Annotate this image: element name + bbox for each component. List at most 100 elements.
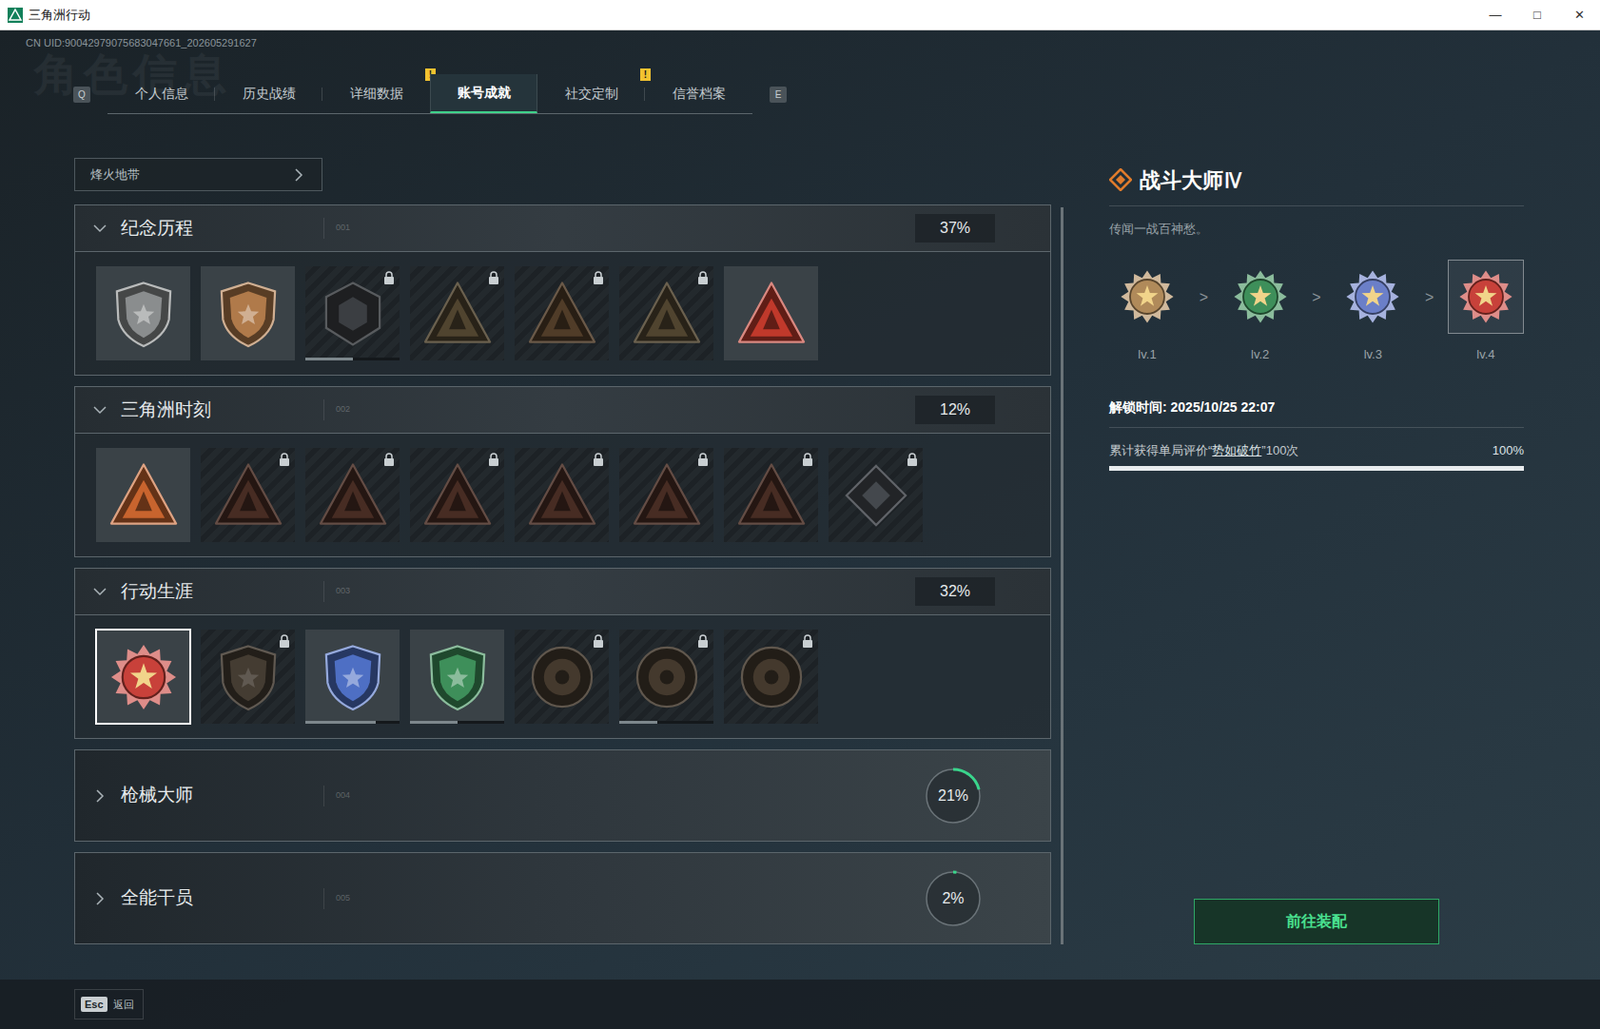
medal-box[interactable]	[1447, 259, 1524, 334]
achievement-tile[interactable]	[409, 628, 506, 725]
progress-fill	[1109, 466, 1524, 471]
achievement-tile[interactable]	[409, 447, 506, 544]
section-header[interactable]: 全能干员0052%	[74, 852, 1052, 945]
mode-dropdown[interactable]: 烽火地带	[74, 157, 323, 192]
achievement-tile[interactable]	[722, 628, 820, 725]
section-divider	[323, 785, 325, 807]
achievement-tile[interactable]	[95, 628, 192, 725]
achievement-tile[interactable]	[513, 265, 610, 362]
requirement-text: 累计获得单局评价“势如破竹”100次	[1109, 441, 1299, 461]
level-item[interactable]: lv.2	[1222, 259, 1299, 365]
achievement-tile[interactable]	[722, 265, 820, 362]
achievement-tile[interactable]	[827, 447, 924, 544]
level-item[interactable]: lv.3	[1334, 259, 1411, 365]
achievement-tile[interactable]	[199, 447, 296, 544]
next-tab-key[interactable]: E	[769, 86, 787, 103]
tile-face	[200, 266, 295, 361]
achievement-tile[interactable]	[95, 265, 192, 362]
tile-face	[305, 629, 400, 724]
achievement-tile[interactable]	[409, 265, 506, 362]
medal-box[interactable]	[1334, 259, 1411, 334]
tab[interactable]: 社交定制!	[537, 74, 645, 114]
tab-list: 个人信息历史战绩详细数据!账号成就社交定制!信誉档案	[107, 74, 753, 115]
achievement-tile[interactable]	[618, 265, 715, 362]
tab[interactable]: 账号成就	[429, 74, 538, 114]
tab[interactable]: 历史战绩	[214, 74, 323, 114]
tile-progress-track	[409, 721, 505, 724]
level-arrow: >	[1311, 286, 1321, 310]
chevron-icon[interactable]	[92, 402, 108, 418]
chevron-icon[interactable]	[92, 891, 108, 907]
tile-progress-fill	[619, 721, 658, 724]
window-control[interactable]: □	[1516, 0, 1559, 30]
section-header[interactable]: 行动生涯00332%	[74, 567, 1052, 616]
emblem-icon	[736, 278, 807, 350]
achievement-tile[interactable]	[304, 628, 401, 725]
tab[interactable]: 详细数据!	[322, 74, 430, 114]
progress-ring: 2%	[922, 868, 984, 930]
medal-box[interactable]	[1222, 259, 1299, 334]
achievement-tile[interactable]	[722, 447, 820, 544]
round-icon	[631, 642, 703, 713]
emblem-icon	[526, 460, 598, 531]
tile-face	[96, 266, 191, 361]
title-bar: 三角洲行动—□✕	[0, 0, 1600, 31]
ring-fill	[926, 872, 980, 926]
level-row: lv.1>lv.2>lv.3>lv.4	[1109, 259, 1524, 365]
section-header[interactable]: 三角洲时刻00212%	[74, 386, 1052, 434]
achievement-tile[interactable]	[304, 265, 401, 362]
medal-box[interactable]	[1109, 259, 1186, 334]
chevron-icon[interactable]	[92, 788, 108, 804]
back-button[interactable]: Esc 返回	[74, 989, 144, 1020]
emblem-icon	[422, 278, 493, 350]
chevron-icon[interactable]	[92, 584, 108, 600]
triangle-icon	[736, 460, 807, 531]
prev-tab-key[interactable]: Q	[73, 86, 91, 103]
achievement-tile[interactable]	[304, 447, 401, 544]
chevron-icon[interactable]	[92, 220, 108, 236]
achievement-tile[interactable]	[618, 628, 715, 725]
emblem-icon	[108, 642, 179, 713]
section-code: 002	[335, 403, 351, 417]
detail-title: 战斗大师Ⅳ	[1139, 164, 1245, 196]
requirement-link[interactable]: 势如破竹	[1211, 443, 1262, 458]
level-item[interactable]: lv.1	[1109, 259, 1186, 365]
section-divider	[323, 217, 325, 239]
section-title: 行动生涯	[120, 578, 194, 606]
achievement-tile[interactable]	[513, 628, 610, 725]
equip-button[interactable]: 前往装配	[1193, 898, 1440, 945]
scrollbar[interactable]	[1060, 207, 1064, 945]
watermark: 角色信息	[34, 41, 233, 108]
achievement-grid	[74, 252, 1052, 376]
tab[interactable]: 个人信息	[107, 74, 215, 114]
lock-icon	[801, 452, 814, 467]
lock-icon	[278, 452, 291, 467]
tab[interactable]: 信誉档案	[644, 74, 753, 114]
achievement-tile[interactable]	[513, 447, 610, 544]
section-title: 纪念历程	[120, 214, 194, 243]
triangle-icon	[631, 460, 703, 531]
chevron-icon[interactable]	[291, 167, 307, 183]
back-label: 返回	[113, 996, 135, 1014]
window-control[interactable]: —	[1474, 0, 1517, 30]
emblem-icon	[526, 642, 598, 713]
unlock-time: 解锁时间: 2025/10/25 22:07	[1109, 397, 1524, 418]
achievement-tile[interactable]	[199, 265, 296, 362]
level-arrow: >	[1424, 286, 1434, 310]
requirement-suffix: ”100次	[1261, 443, 1299, 458]
section-header[interactable]: 枪械大师00421%	[74, 749, 1052, 842]
tile-progress-fill	[409, 721, 458, 724]
level-label: lv.1	[1137, 345, 1156, 365]
achievement-tile[interactable]	[95, 447, 192, 544]
achievement-tile[interactable]	[199, 628, 296, 725]
section-title-group: 枪械大师	[75, 781, 324, 810]
section-header[interactable]: 纪念历程00137%	[74, 204, 1052, 253]
tile-progress-fill	[305, 721, 376, 724]
level-item[interactable]: lv.4	[1447, 259, 1524, 365]
achievement-tile[interactable]	[618, 447, 715, 544]
achievement-section: 行动生涯00332%	[74, 567, 1052, 740]
esc-key: Esc	[80, 996, 108, 1014]
emblem-icon	[317, 460, 389, 531]
window-control[interactable]: ✕	[1558, 0, 1600, 30]
triangle-icon	[526, 460, 598, 531]
